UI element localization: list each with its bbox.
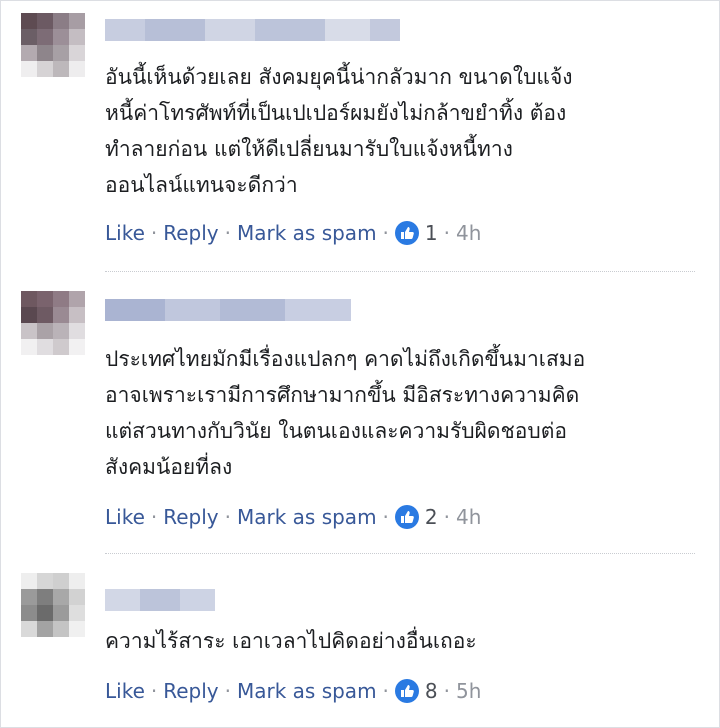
comment-text: ประเทศไทยมักมีเรื่องแปลกๆ คาดไม่ถึงเกิดข… [105,341,705,485]
separator-dot: · [224,221,231,245]
comment-line: แต่สวนทางกับวินัย ในตนเองและความรับผิดชอ… [105,419,567,443]
like-link[interactable]: Like [105,221,145,245]
comment-line: สังคมน้อยที่ลง [105,455,233,479]
like-link[interactable]: Like [105,679,145,703]
reaction-count[interactable]: 8 [425,679,438,703]
avatar[interactable] [21,291,85,355]
comment-actions: Like · Reply · Mark as spam · 1 · 4h [105,219,481,247]
timestamp[interactable]: 5h [456,679,481,703]
separator-dot: · [443,221,450,245]
comment-actions: Like · Reply · Mark as spam · 2 · 4h [105,503,481,531]
avatar[interactable] [21,13,85,77]
comment-line: ประเทศไทยมักมีเรื่องแปลกๆ คาดไม่ถึงเกิดข… [105,347,586,371]
comment-thread: อันนี้เห็นด้วยเลย สังคมยุคนี้น่ากลัวมาก … [0,0,720,728]
reaction-count[interactable]: 2 [425,505,438,529]
like-icon[interactable] [394,221,419,245]
separator-dot: · [382,679,389,703]
mark-as-spam-link[interactable]: Mark as spam [237,679,377,703]
comment-text: อันนี้เห็นด้วยเลย สังคมยุคนี้น่ากลัวมาก … [105,59,705,203]
comment-line: อันนี้เห็นด้วยเลย สังคมยุคนี้น่ากลัวมาก … [105,65,573,89]
like-icon[interactable] [394,505,419,529]
separator-dot: · [150,221,158,245]
comment-divider [105,271,695,272]
reply-link[interactable]: Reply [163,679,218,703]
comment-line: อาจเพราะเรามีการศึกษามากขึ้น มีอิสระทางค… [105,383,580,407]
timestamp[interactable]: 4h [456,221,481,245]
separator-dot: · [224,679,231,703]
author-name[interactable] [105,19,400,41]
reply-link[interactable]: Reply [163,505,218,529]
separator-dot: · [443,679,450,703]
comment-line: ความไร้สาระ เอาเวลาไปคิดอย่างอื่นเถอะ [105,629,477,653]
comment-line: หนี้ค่าโทรศัพท์ที่เป็นเปเปอร์ผมยังไม่กล้… [105,101,567,125]
separator-dot: · [224,505,231,529]
like-icon[interactable] [394,679,419,703]
timestamp[interactable]: 4h [456,505,481,529]
comment-text: ความไร้สาระ เอาเวลาไปคิดอย่างอื่นเถอะ [105,623,705,659]
reaction-count[interactable]: 1 [425,221,438,245]
avatar[interactable] [21,573,85,637]
separator-dot: · [382,221,389,245]
author-name[interactable] [105,589,215,611]
comment-divider [105,553,695,554]
separator-dot: · [150,505,158,529]
like-link[interactable]: Like [105,505,145,529]
comment-line: ทำลายก่อน แต่ให้ดีเปลี่ยนมารับใบแจ้งหนี้… [105,137,513,161]
separator-dot: · [382,505,389,529]
reply-link[interactable]: Reply [163,221,218,245]
comment-line: ออนไลน์แทนจะดีกว่า [105,173,298,197]
separator-dot: · [150,679,158,703]
author-name[interactable] [105,299,351,321]
mark-as-spam-link[interactable]: Mark as spam [237,505,377,529]
separator-dot: · [443,505,450,529]
comment-actions: Like · Reply · Mark as spam · 8 · 5h [105,677,481,705]
mark-as-spam-link[interactable]: Mark as spam [237,221,377,245]
